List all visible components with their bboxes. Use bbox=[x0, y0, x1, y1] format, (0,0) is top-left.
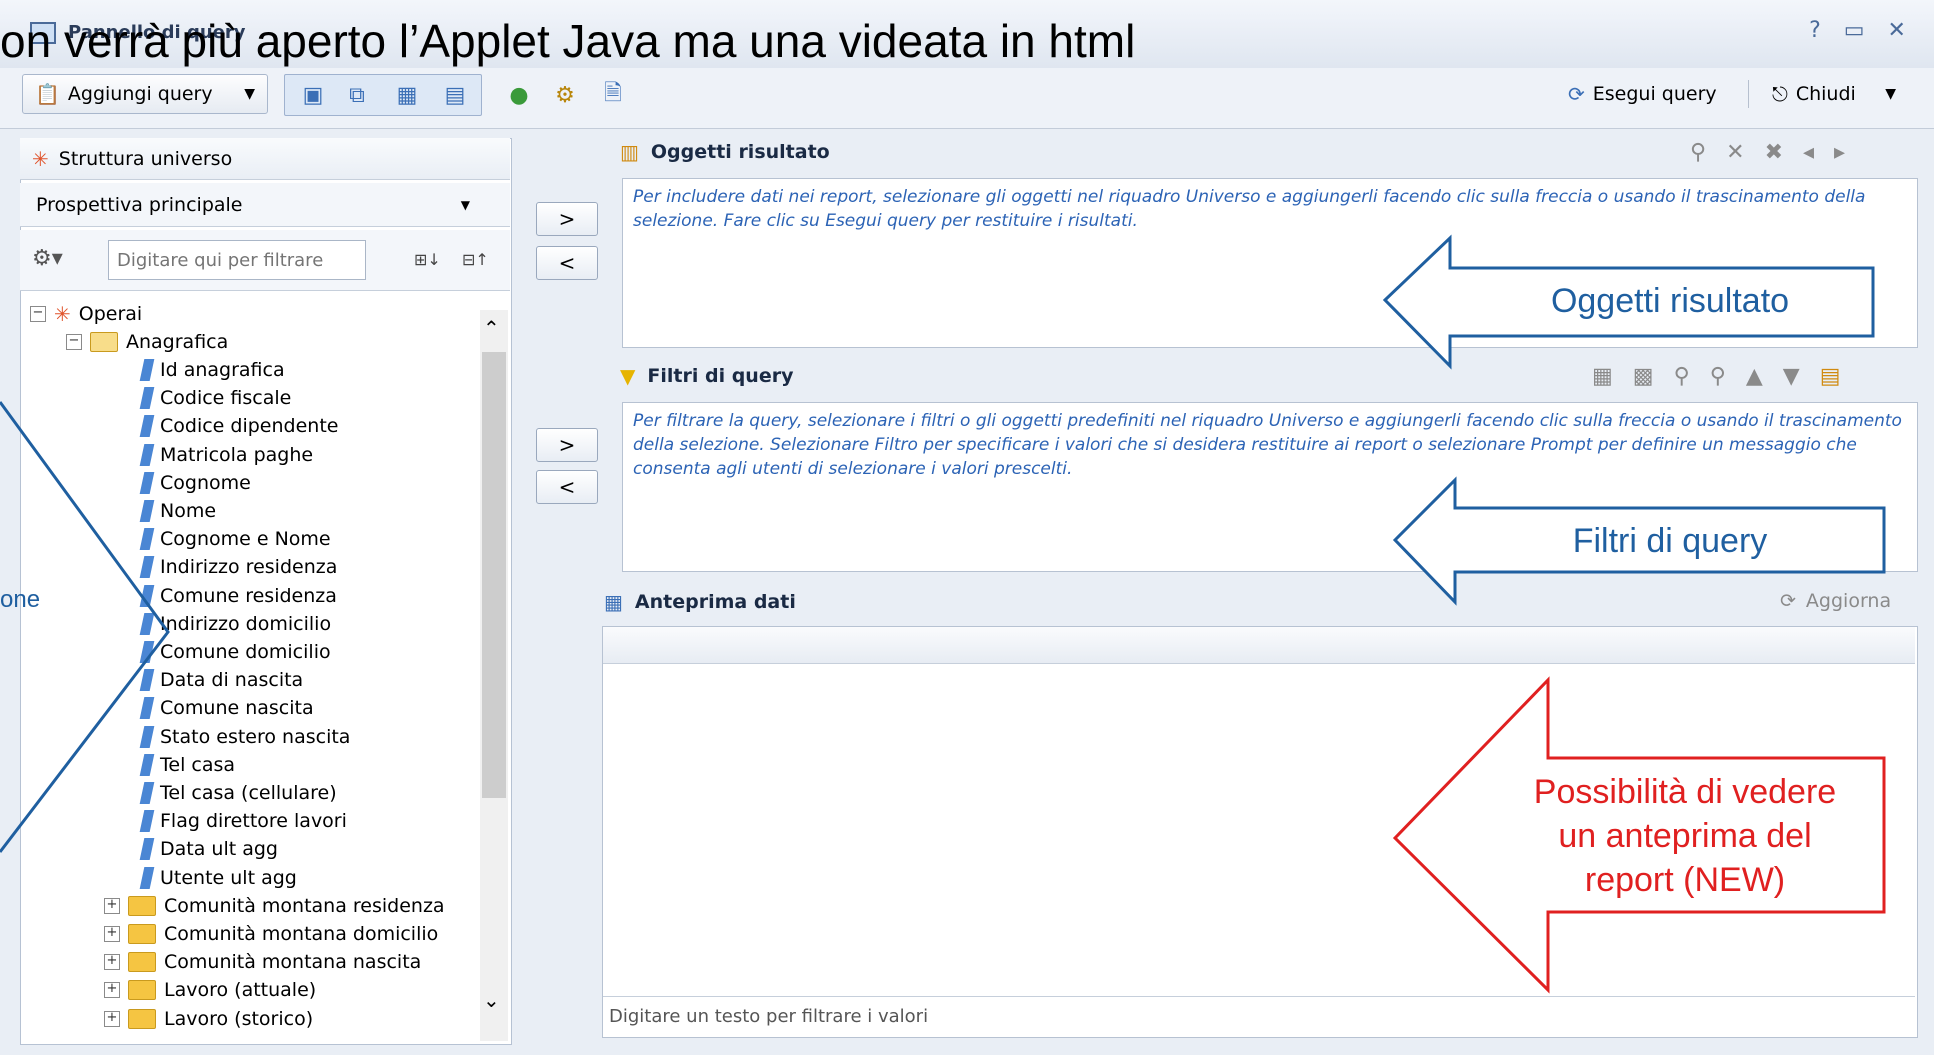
left-callout-text: one bbox=[0, 586, 41, 613]
preview-callout-text: Possibilità di vedere un anteprima del r… bbox=[1500, 770, 1870, 902]
preview-callout-line3: report (NEW) bbox=[1584, 861, 1786, 899]
preview-callout-line2: un anteprima del bbox=[1558, 817, 1812, 855]
result-callout-text: Oggetti risultato bbox=[1550, 282, 1790, 320]
filters-callout-text: Filtri di query bbox=[1572, 522, 1768, 560]
left-callout-arrow bbox=[0, 401, 170, 853]
preview-callout-line1: Possibilità di vedere bbox=[1533, 773, 1837, 811]
